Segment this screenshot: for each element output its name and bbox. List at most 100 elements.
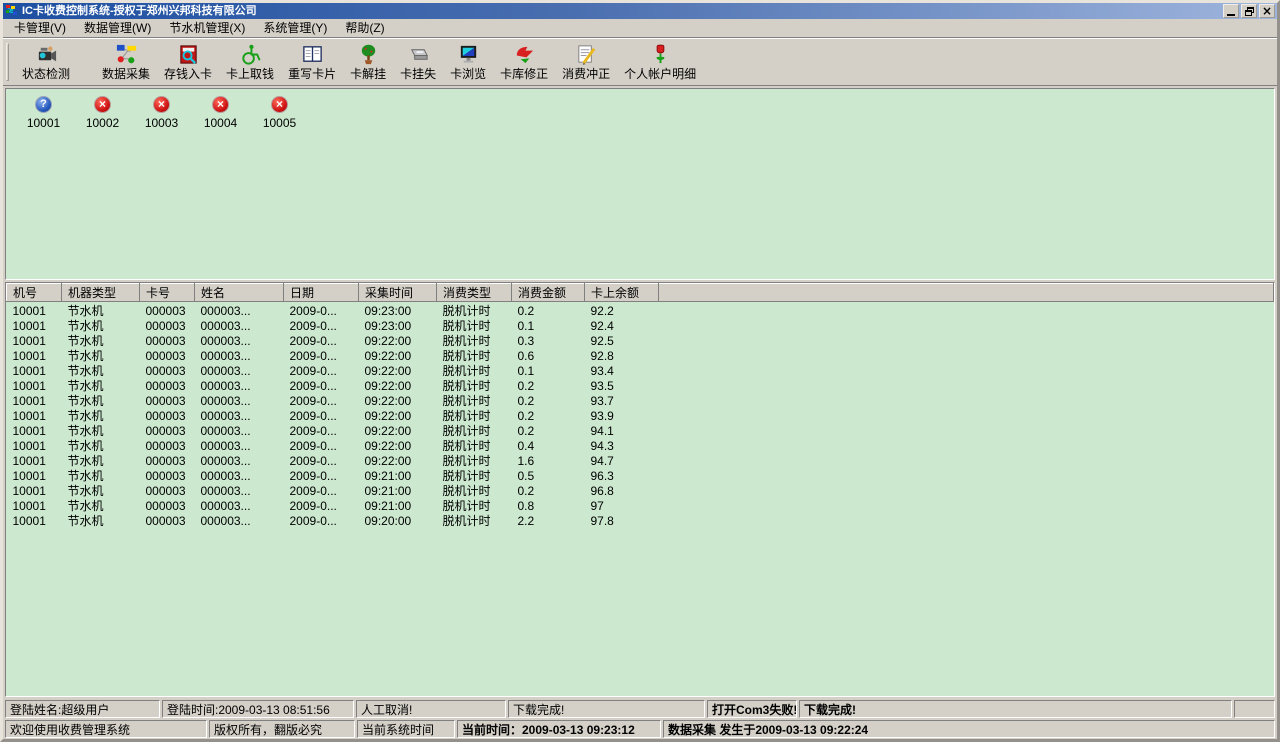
client-area: ?10001×10002×10003 × 10004 ×10005 机号机器类型卡号姓… <box>3 86 1277 697</box>
table-cell: 2009-0... <box>284 379 359 394</box>
consume-reversal-button[interactable]: 消费冲正 <box>555 42 617 82</box>
menu-item-2[interactable]: 节水机管理(X) <box>160 17 254 39</box>
table-cell: 脱机计时 <box>437 394 512 409</box>
table-cell: 脱机计时 <box>437 379 512 394</box>
table-row[interactable]: 10001节水机000003000003...2009-0...09:22:00… <box>7 364 1274 379</box>
table-row[interactable]: 10001节水机000003000003...2009-0...09:22:00… <box>7 439 1274 454</box>
menu-item-0[interactable]: 卡管理(V) <box>5 17 75 39</box>
table-row[interactable]: 10001节水机000003000003...2009-0...09:22:00… <box>7 349 1274 364</box>
device-id-label: 10004 <box>204 116 237 130</box>
status-segment-filler <box>1234 700 1275 718</box>
table-cell: 0.5 <box>512 469 585 484</box>
table-row[interactable]: 10001节水机000003000003...2009-0...09:22:00… <box>7 424 1274 439</box>
device-item-10005[interactable]: ×10005 <box>250 96 309 130</box>
table-cell: 脱机计时 <box>437 349 512 364</box>
table-cell: 10001 <box>7 439 62 454</box>
table-cell: 000003 <box>140 302 195 320</box>
rewrite-card-button[interactable]: 重写卡片 <box>281 42 343 82</box>
withdraw-from-card-button[interactable]: 卡上取钱 <box>219 42 281 82</box>
table-row[interactable]: 10001节水机000003000003...2009-0...09:22:00… <box>7 454 1274 469</box>
device-item-10001[interactable]: ?10001 <box>14 96 73 130</box>
card-unfreeze-button[interactable]: 卡解挂 <box>343 42 393 82</box>
table-row[interactable]: 10001节水机000003000003...2009-0...09:21:00… <box>7 484 1274 499</box>
menu-item-1[interactable]: 数据管理(W) <box>75 17 160 39</box>
camera-icon <box>35 43 58 66</box>
status-check-button[interactable]: 状态检测 <box>15 42 77 82</box>
table-cell: 10001 <box>7 484 62 499</box>
menu-item-4[interactable]: 帮助(Z) <box>336 17 393 39</box>
table-cell: 脱机计时 <box>437 409 512 424</box>
app-window: IC卡收费控制系统-授权于郑州兴邦科技有限公司 × 卡管理(V)数据管理(W)节… <box>0 0 1280 742</box>
table-cell: 09:23:00 <box>359 319 437 334</box>
column-header-4[interactable]: 日期 <box>284 284 359 302</box>
table-cell: 0.2 <box>512 409 585 424</box>
toolbar-gripper[interactable] <box>6 43 9 81</box>
device-id-label: 10001 <box>27 116 60 130</box>
column-header-7[interactable]: 消费金额 <box>512 284 585 302</box>
error-status-icon: × <box>212 96 229 113</box>
close-button[interactable]: × <box>1259 4 1275 18</box>
table-cell: 000003... <box>195 514 284 529</box>
device-item-10002[interactable]: ×10002 <box>73 96 132 130</box>
table-cell: 10001 <box>7 409 62 424</box>
table-cell: 92.4 <box>585 319 659 334</box>
table-cell: 000003... <box>195 424 284 439</box>
card-db-fix-button[interactable]: 卡库修正 <box>493 42 555 82</box>
table-cell: 96.8 <box>585 484 659 499</box>
table-cell: 节水机 <box>62 319 140 334</box>
table-row[interactable]: 10001节水机000003000003...2009-0...09:23:00… <box>7 319 1274 334</box>
titlebar-buttons: × <box>1223 4 1275 18</box>
table-cell: 节水机 <box>62 469 140 484</box>
table-row[interactable]: 10001节水机000003000003...2009-0...09:21:00… <box>7 469 1274 484</box>
table-row[interactable]: 10001节水机000003000003...2009-0...09:23:00… <box>7 302 1274 320</box>
card-browse-button[interactable]: 卡浏览 <box>443 42 493 82</box>
current-time-status: 当前时间：2009-03-13 09:23:12 <box>457 720 661 738</box>
table-cell: 10001 <box>7 499 62 514</box>
column-header-8[interactable]: 卡上余额 <box>585 284 659 302</box>
status-bar-top: 登陆姓名:超级用户登陆时间:2009-03-13 08:51:56人工取消!下载… <box>3 699 1277 719</box>
table-cell: 2009-0... <box>284 439 359 454</box>
column-header-5[interactable]: 采集时间 <box>359 284 437 302</box>
login-name-status: 登陆姓名:超级用户 <box>5 700 160 718</box>
column-header-6[interactable]: 消费类型 <box>437 284 512 302</box>
table-cell: 93.5 <box>585 379 659 394</box>
table-cell: 09:22:00 <box>359 349 437 364</box>
table-cell: 000003... <box>195 484 284 499</box>
table-row[interactable]: 10001节水机000003000003...2009-0...09:22:00… <box>7 379 1274 394</box>
records-table-area: 机号机器类型卡号姓名日期采集时间消费类型消费金额卡上余额 10001节水机000… <box>5 282 1275 697</box>
close-icon: × <box>1262 5 1272 17</box>
table-cell: 97.8 <box>585 514 659 529</box>
table-cell: 10001 <box>7 379 62 394</box>
table-cell: 09:22:00 <box>359 439 437 454</box>
personal-account-detail-button[interactable]: 个人帐户明细 <box>617 42 703 82</box>
table-cell-filler <box>659 439 1274 454</box>
card-report-loss-button[interactable]: 卡挂失 <box>393 42 443 82</box>
table-row[interactable]: 10001节水机000003000003...2009-0...09:22:00… <box>7 409 1274 424</box>
restore-button[interactable] <box>1241 4 1257 18</box>
minimize-button[interactable] <box>1223 4 1239 18</box>
menu-item-3[interactable]: 系统管理(Y) <box>254 17 336 39</box>
manual-cancel-message: 人工取消! <box>356 700 506 718</box>
card-db-fix-label: 卡库修正 <box>500 67 548 81</box>
table-cell-filler <box>659 499 1274 514</box>
table-cell-filler <box>659 454 1274 469</box>
table-cell: 000003 <box>140 484 195 499</box>
device-item-10003[interactable]: ×10003 <box>132 96 191 130</box>
table-row[interactable]: 10001节水机000003000003...2009-0...09:20:00… <box>7 514 1274 529</box>
wheelchair-icon <box>239 43 262 66</box>
card-browse-label: 卡浏览 <box>450 67 486 81</box>
table-cell: 000003 <box>140 349 195 364</box>
device-id-label: 10002 <box>86 116 119 130</box>
data-collect-button[interactable]: 数据采集 <box>95 42 157 82</box>
deposit-to-card-button[interactable]: 存钱入卡 <box>157 42 219 82</box>
column-header-0[interactable]: 机号 <box>7 284 62 302</box>
column-header-3[interactable]: 姓名 <box>195 284 284 302</box>
table-cell: 000003... <box>195 439 284 454</box>
table-row[interactable]: 10001节水机000003000003...2009-0...09:21:00… <box>7 499 1274 514</box>
table-row[interactable]: 10001节水机000003000003...2009-0...09:22:00… <box>7 334 1274 349</box>
column-header-1[interactable]: 机器类型 <box>62 284 140 302</box>
device-item-10004[interactable]: × 10004 <box>191 96 250 130</box>
consume-reversal-label: 消费冲正 <box>562 67 610 81</box>
column-header-2[interactable]: 卡号 <box>140 284 195 302</box>
table-row[interactable]: 10001节水机000003000003...2009-0...09:22:00… <box>7 394 1274 409</box>
